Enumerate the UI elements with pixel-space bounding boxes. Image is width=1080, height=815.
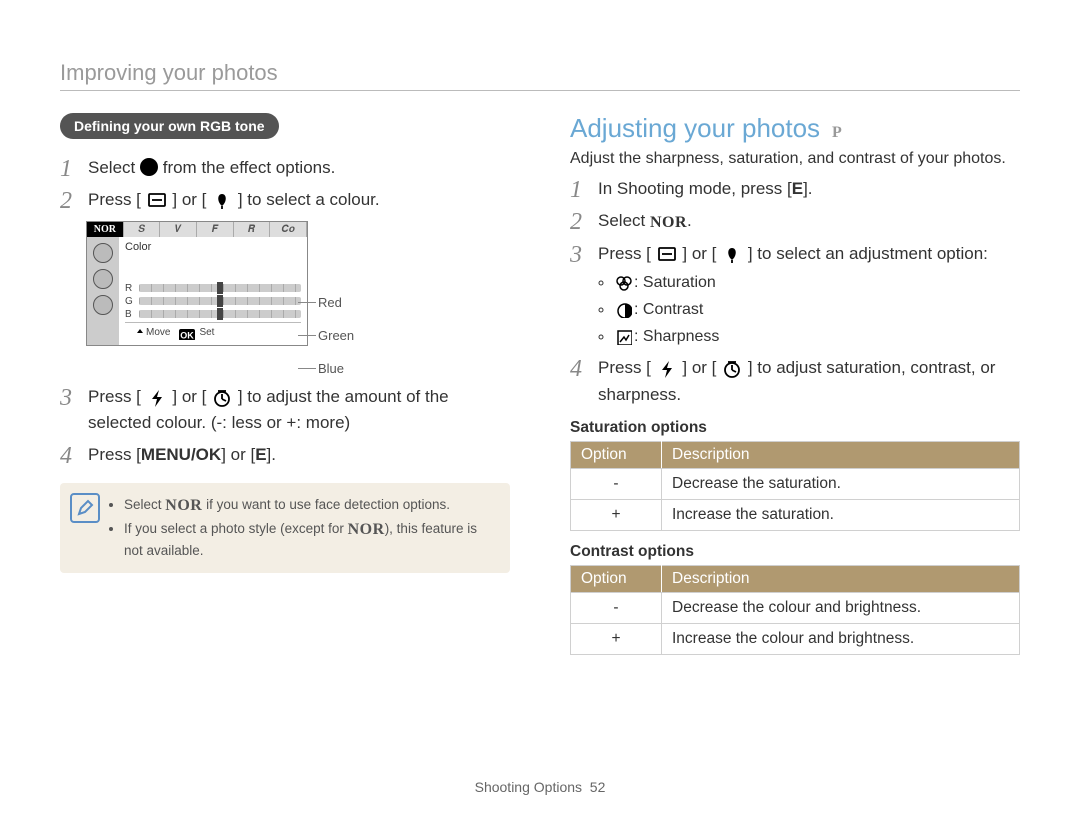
bullet-contrast: : Contrast (614, 298, 1020, 322)
section-title: Adjusting your photos P (570, 113, 1020, 144)
step-3: Press [ ] or [ ] to adjust the amount of… (60, 384, 510, 436)
rgb-steps: Select from the effect options. Press [ … (60, 155, 510, 213)
lcd-set: Set (178, 326, 214, 340)
th-desc: Description (662, 442, 1020, 469)
step1-text-end: from the effect options. (163, 158, 336, 177)
table-row: -Decrease the saturation. (571, 469, 1020, 500)
flash-key-icon (146, 385, 168, 411)
slider-g: G (125, 296, 301, 307)
th-option: Option (571, 566, 662, 593)
left-column: Defining your own RGB tone Select from t… (60, 113, 510, 655)
contrast-options-head: Contrast options (570, 543, 1020, 561)
lcd-legend: Red Green Blue (318, 221, 354, 376)
legend-green: Green (318, 328, 354, 343)
adj-step-1: In Shooting mode, press [E]. (570, 176, 1020, 202)
section-pill-rgb: Defining your own RGB tone (60, 113, 279, 139)
lcd-side-icons (87, 237, 119, 345)
note-box: Select NOR if you want to use face detec… (60, 483, 510, 573)
table-row: +Increase the saturation. (571, 500, 1020, 531)
timer-key-icon (721, 356, 743, 382)
table-row: +Increase the colour and brightness. (571, 624, 1020, 655)
saturation-table: OptionDescription -Decrease the saturati… (570, 441, 1020, 531)
macro-key-icon (721, 241, 743, 267)
mode-badge: P (832, 124, 842, 142)
lcd-color-label: Color (125, 241, 301, 253)
flash-key-icon (656, 356, 678, 382)
legend-blue: Blue (318, 361, 354, 376)
table-row: -Decrease the colour and brightness. (571, 593, 1020, 624)
sharpness-icon (614, 325, 634, 349)
section-intro: Adjust the sharpness, saturation, and co… (570, 150, 1020, 168)
saturation-options-head: Saturation options (570, 419, 1020, 437)
disp-key-icon (656, 241, 678, 267)
custom-color-icon (140, 158, 158, 176)
contrast-table: OptionDescription -Decrease the colour a… (570, 565, 1020, 655)
section-title-text: Adjusting your photos (570, 113, 820, 144)
nor-inline-icon: NOR (348, 519, 385, 541)
right-column: Adjusting your photos P Adjust the sharp… (570, 113, 1020, 655)
slider-r: R (125, 283, 301, 294)
step-2: Press [ ] or [ ] to select a colour. (60, 187, 510, 213)
page-footer: Shooting Options 52 (0, 779, 1080, 795)
adjust-steps: In Shooting mode, press [E]. Select NOR.… (570, 176, 1020, 407)
slider-b: B (125, 309, 301, 320)
disp-key-icon (146, 187, 168, 213)
nor-inline-icon: NOR (650, 211, 687, 235)
adj-step-2: Select NOR. (570, 208, 1020, 235)
bullet-sharpness: : Sharpness (614, 325, 1020, 349)
nor-inline-icon: NOR (165, 495, 202, 517)
th-option: Option (571, 442, 662, 469)
lcd-move: Move (131, 326, 170, 340)
step-4: Press [MENU/OK] or [E]. (60, 442, 510, 468)
th-desc: Description (662, 566, 1020, 593)
adj-step-4: Press [ ] or [ ] to adjust saturation, c… (570, 355, 1020, 407)
note-icon (70, 493, 100, 523)
note-line-1: Select NOR if you want to use face detec… (124, 495, 496, 517)
lcd-nor-chip: NOR (87, 222, 124, 237)
step-1: Select from the effect options. (60, 155, 510, 181)
timer-key-icon (211, 385, 233, 411)
bullet-saturation: : Saturation (614, 271, 1020, 295)
saturation-icon (614, 271, 634, 295)
adj-step-3: Press [ ] or [ ] to select an adjustment… (570, 241, 1020, 350)
breadcrumb: Improving your photos (60, 60, 1020, 91)
note-line-2: If you select a photo style (except for … (124, 519, 496, 560)
legend-red: Red (318, 295, 354, 310)
rgb-steps-cont: Press [ ] or [ ] to adjust the amount of… (60, 384, 510, 467)
step1-text: Select (88, 158, 140, 177)
macro-key-icon (211, 187, 233, 213)
lcd-style-tabs: NOR 𝑺𝑽𝑭 𝑹𝑪𝒐 (87, 222, 307, 237)
lcd-illustration: NOR 𝑺𝑽𝑭 𝑹𝑪𝒐 Color R G B (86, 221, 510, 376)
contrast-icon (614, 298, 634, 322)
